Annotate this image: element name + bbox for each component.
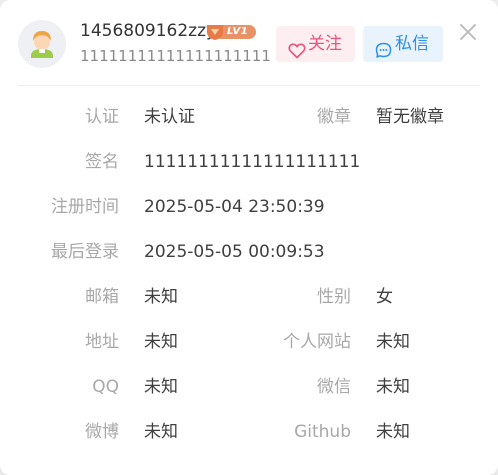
message-label: 私信	[395, 34, 429, 54]
profile-header: 1456809162zzy LV1 11111111111111111111 关…	[0, 0, 498, 86]
user-profile-card: 1456809162zzy LV1 11111111111111111111 关…	[0, 0, 498, 475]
github-value: 未知	[376, 422, 410, 442]
last-login-label: 最后登录	[51, 242, 119, 262]
level-badge: LV1	[206, 23, 256, 41]
address-value: 未知	[144, 332, 178, 352]
badge-value: 暂无徽章	[376, 107, 444, 127]
weibo-label: 微博	[85, 422, 119, 442]
close-icon	[460, 24, 476, 40]
email-value: 未知	[144, 287, 178, 307]
level-label: LV1	[227, 26, 249, 37]
sign-value: 11111111111111111111	[144, 152, 361, 172]
github-label: Github	[294, 422, 351, 442]
avatar[interactable]	[18, 20, 66, 68]
address-label: 地址	[85, 332, 119, 352]
verify-value: 未认证	[144, 107, 195, 127]
close-button[interactable]	[458, 22, 478, 42]
chat-bubble-icon	[375, 36, 392, 72]
qq-label: QQ	[92, 377, 119, 397]
wechat-value: 未知	[376, 377, 410, 397]
follow-label: 关注	[308, 34, 342, 54]
username: 1456809162zzy	[80, 21, 217, 41]
wechat-label: 微信	[317, 377, 351, 397]
header-signature: 11111111111111111111	[80, 47, 271, 65]
heart-icon	[288, 36, 306, 72]
last-login-value: 2025-05-05 00:09:53	[144, 242, 325, 262]
website-value: 未知	[376, 332, 410, 352]
gender-label: 性别	[317, 287, 351, 307]
gender-value: 女	[376, 287, 393, 307]
sign-label: 签名	[85, 152, 119, 172]
follow-button[interactable]: 关注	[276, 26, 355, 62]
badge-label: 徽章	[317, 107, 351, 127]
header-divider	[18, 85, 480, 86]
register-time-value: 2025-05-04 23:50:39	[144, 197, 325, 217]
email-label: 邮箱	[85, 287, 119, 307]
weibo-value: 未知	[144, 422, 178, 442]
message-button[interactable]: 私信	[363, 26, 443, 62]
verify-label: 认证	[85, 107, 119, 127]
register-time-label: 注册时间	[51, 197, 119, 217]
qq-value: 未知	[144, 377, 178, 397]
user-avatar-icon	[31, 31, 53, 58]
website-label: 个人网站	[283, 332, 351, 352]
